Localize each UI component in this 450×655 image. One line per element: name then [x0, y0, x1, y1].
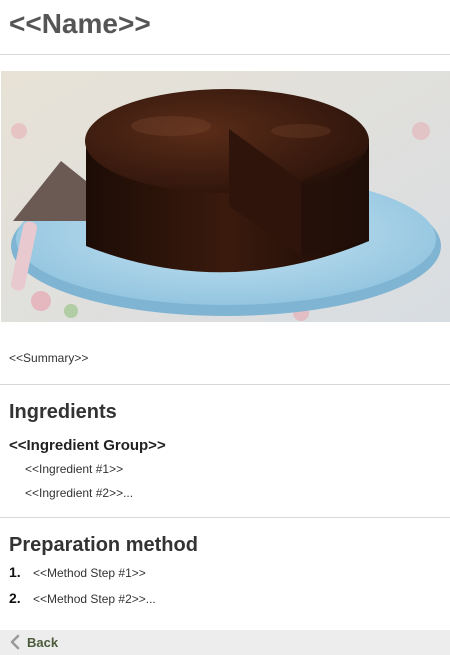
- back-label: Back: [27, 634, 59, 650]
- method-step: 1. <<Method Step #1>>: [9, 564, 146, 581]
- step-number: 2.: [9, 590, 21, 606]
- back-button[interactable]: Back: [9, 634, 58, 650]
- chevron-left-icon: [10, 634, 20, 650]
- divider: [0, 517, 450, 518]
- ingredient-group-title: <<Ingredient Group>>: [9, 437, 166, 454]
- step-number: 1.: [9, 564, 21, 580]
- divider: [0, 384, 450, 385]
- method-step: 2. <<Method Step #2>>...: [9, 590, 156, 607]
- method-heading: Preparation method: [9, 534, 198, 556]
- recipe-title: <<Name>>: [9, 8, 151, 39]
- bottom-bar: Back: [0, 630, 450, 655]
- ingredient-item: <<Ingredient #1>>: [25, 462, 124, 476]
- step-text: <<Method Step #2>>...: [33, 592, 156, 606]
- step-text: <<Method Step #1>>: [33, 566, 146, 580]
- divider: [0, 54, 450, 55]
- recipe-summary: <<Summary>>: [9, 351, 89, 365]
- ingredients-heading: Ingredients: [9, 401, 117, 423]
- recipe-photo: [1, 71, 450, 322]
- ingredient-item: <<Ingredient #2>>...: [25, 486, 134, 500]
